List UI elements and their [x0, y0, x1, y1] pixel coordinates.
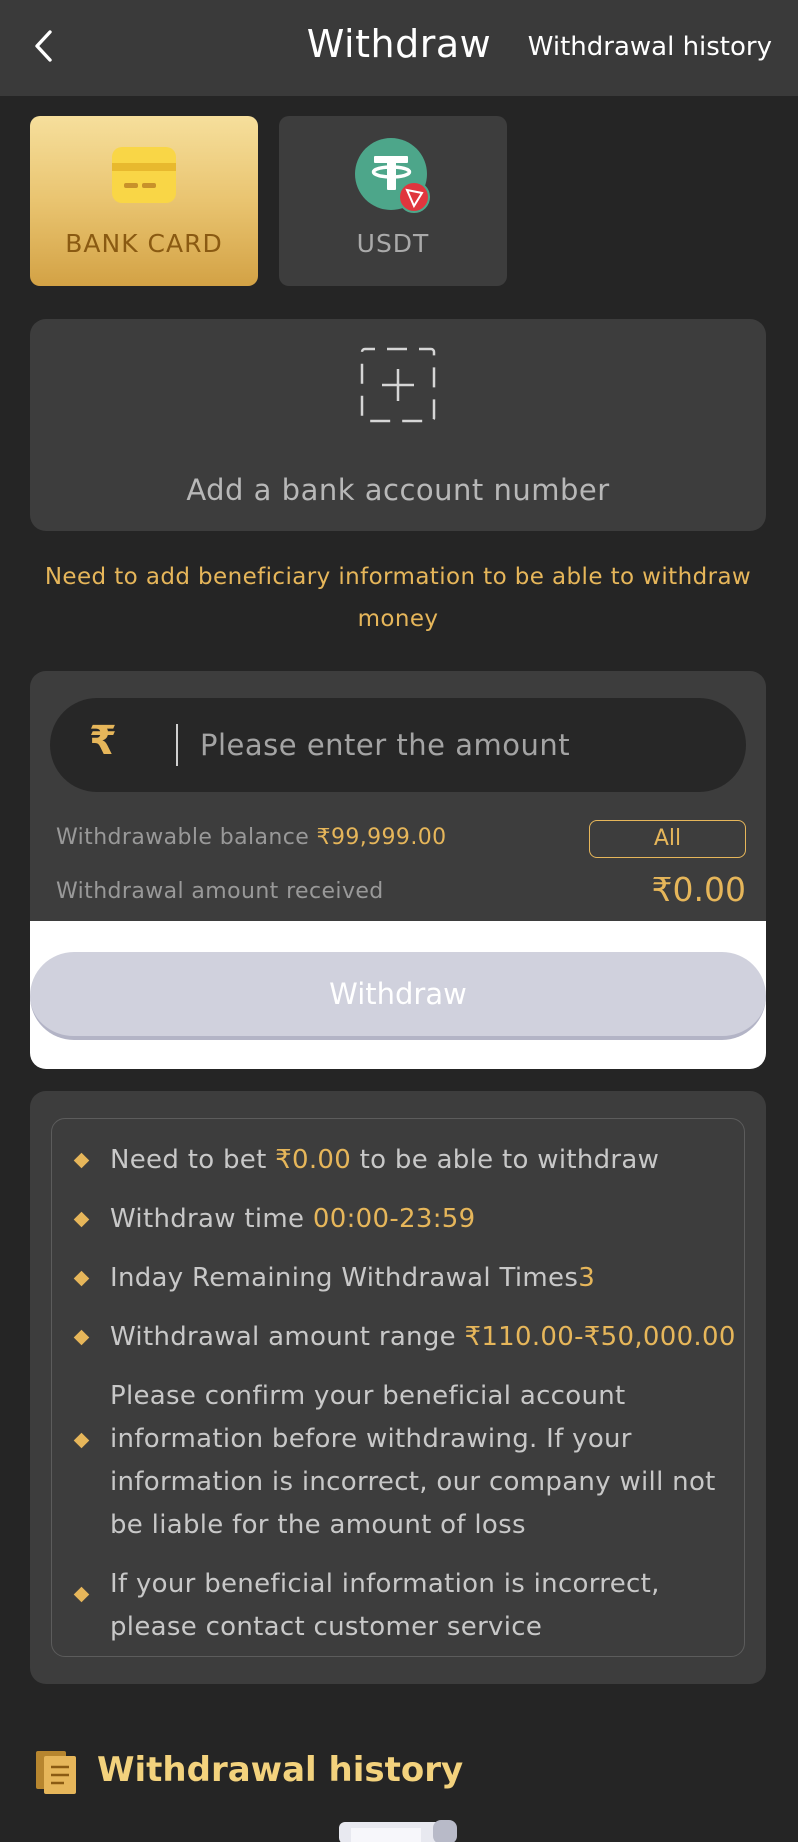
all-amount-button[interactable]: All	[589, 820, 746, 858]
rule-amount-range: Withdrawal amount range ₹110.00-₹50,000.…	[110, 1322, 736, 1352]
bank-card-icon	[112, 147, 176, 203]
add-square-icon	[360, 347, 436, 423]
add-bank-account-button[interactable]: Add a bank account number	[30, 319, 766, 531]
rule-time: Withdraw time 00:00-23:59	[110, 1204, 476, 1234]
rule-confirm-info: Please confirm your beneficial account i…	[110, 1381, 716, 1540]
withdrawal-history-link[interactable]: Withdrawal history	[528, 32, 772, 62]
tab-bank-card[interactable]: BANK CARD	[30, 116, 258, 286]
rule-bet: Need to bet ₹0.00 to be able to withdraw	[110, 1145, 660, 1175]
diamond-icon	[73, 1586, 90, 1603]
withdraw-button-container: Withdraw	[30, 921, 766, 1069]
withdrawable-balance: Withdrawable balance ₹99,999.00	[56, 825, 447, 850]
withdrawal-history-title: Withdrawal history	[97, 1750, 464, 1790]
beneficiary-notice: Need to add beneficiary information to b…	[44, 564, 752, 632]
rules-panel: Need to bet ₹0.00 to be able to withdraw…	[30, 1091, 766, 1684]
tab-label: BANK CARD	[65, 229, 223, 258]
diamond-icon	[73, 1432, 90, 1449]
balance-label: Withdrawable balance	[56, 825, 310, 850]
input-divider	[176, 724, 178, 766]
diamond-icon	[73, 1329, 90, 1346]
rule-contact-service: If your beneficial information is incorr…	[110, 1569, 660, 1642]
diamond-icon	[73, 1152, 90, 1169]
document-list-icon	[36, 1751, 76, 1794]
empty-history-illustration	[339, 1820, 457, 1842]
balance-value: ₹99,999.00	[316, 825, 447, 850]
received-label: Withdrawal amount received	[56, 879, 384, 904]
rule-remaining-times: Inday Remaining Withdrawal Times3	[110, 1263, 596, 1293]
diamond-icon	[73, 1270, 90, 1287]
tab-usdt[interactable]: USDT	[279, 116, 507, 286]
amount-input[interactable]	[200, 698, 720, 792]
rupee-icon: ₹	[89, 718, 117, 764]
add-bank-account-label: Add a bank account number	[186, 473, 610, 507]
amount-panel: ₹ Withdrawable balance ₹99,999.00 All Wi…	[30, 671, 766, 921]
withdraw-button[interactable]: Withdraw	[30, 952, 766, 1040]
rules-list: Need to bet ₹0.00 to be able to withdraw…	[51, 1118, 745, 1657]
diamond-icon	[73, 1211, 90, 1228]
tab-label: USDT	[356, 229, 430, 258]
usdt-tron-icon	[355, 138, 430, 213]
amount-input-wrapper: ₹	[50, 698, 746, 792]
received-value: ₹0.00	[651, 870, 746, 909]
top-bar: Withdraw Withdrawal history	[0, 0, 798, 96]
